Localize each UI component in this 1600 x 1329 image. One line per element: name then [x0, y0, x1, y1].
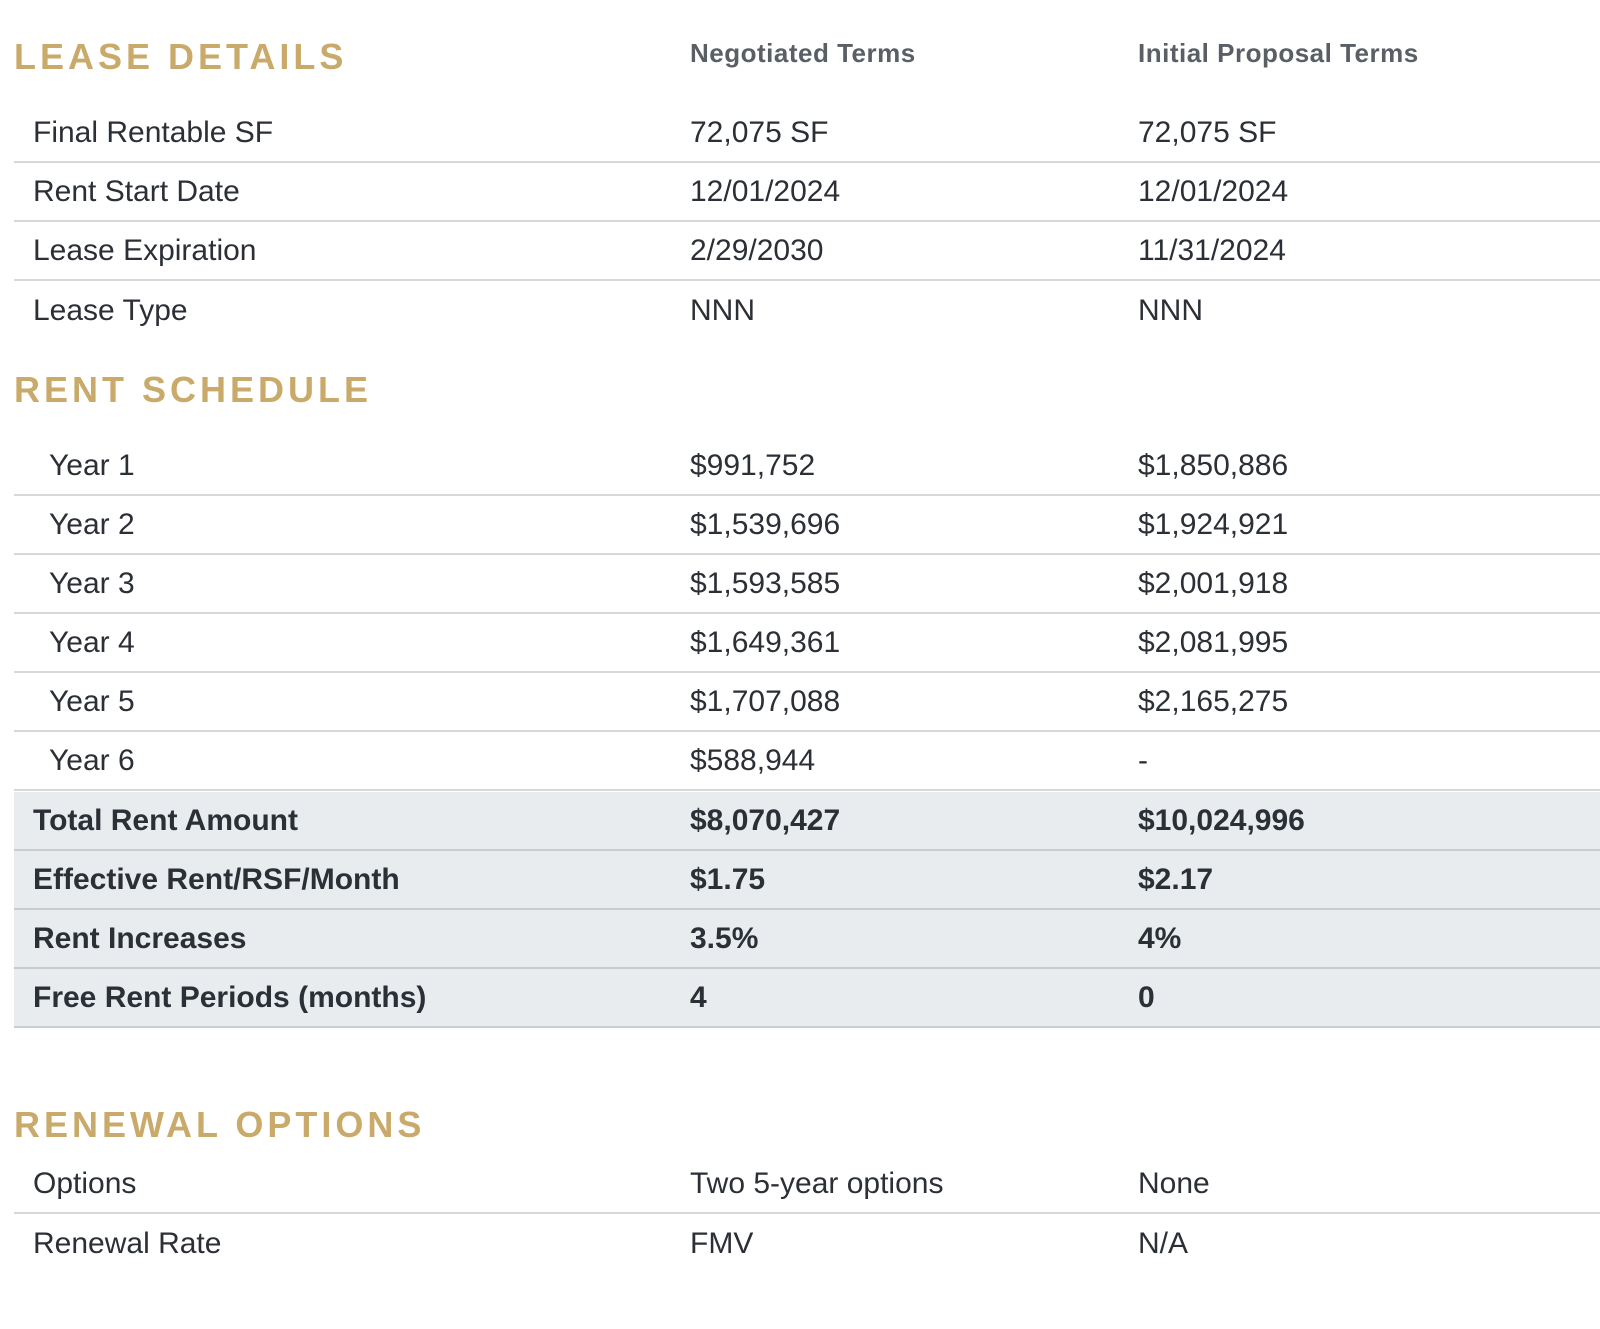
- initial-value: $2,165,275: [1138, 684, 1289, 718]
- rent-row-year-1: Year 1 $991,752 $1,850,886: [14, 437, 1600, 496]
- initial-value: None: [1138, 1166, 1210, 1200]
- renewal-options-heading: RENEWAL OPTIONS: [14, 1104, 426, 1145]
- rent-row-year-6: Year 6 $588,944 -: [14, 732, 1600, 791]
- initial-proposal-column-header: Initial Proposal Terms: [1138, 38, 1419, 68]
- initial-value: 72,075 SF: [1138, 115, 1277, 149]
- negotiated-value: FMV: [690, 1226, 754, 1260]
- rent-schedule-heading: RENT SCHEDULE: [14, 369, 373, 410]
- initial-value: $2,001,918: [1138, 566, 1289, 600]
- negotiated-value: $1,593,585: [690, 566, 841, 600]
- row-label: Year 2: [49, 507, 135, 541]
- initial-value: 11/31/2024: [1138, 233, 1286, 267]
- negotiated-value: $991,752: [690, 448, 816, 482]
- initial-value: 4%: [1138, 921, 1182, 955]
- negotiated-value: $1,707,088: [690, 684, 841, 718]
- initial-value: N/A: [1138, 1226, 1189, 1260]
- rent-row-year-3: Year 3 $1,593,585 $2,001,918: [14, 555, 1600, 614]
- initial-value: -: [1138, 743, 1148, 777]
- negotiated-value: 3.5%: [690, 921, 759, 955]
- row-label: Rent Increases: [33, 921, 247, 955]
- negotiated-value: Two 5-year options: [690, 1166, 944, 1200]
- lease-row-lease-type: Lease Type NNN NNN: [14, 281, 1600, 340]
- row-label: Year 3: [49, 566, 135, 600]
- negotiated-terms-column-header: Negotiated Terms: [690, 38, 916, 68]
- row-label: Renewal Rate: [33, 1226, 222, 1260]
- negotiated-value: $8,070,427: [690, 803, 841, 837]
- lease-details-heading: LEASE DETAILS: [14, 36, 348, 77]
- negotiated-value: $1,649,361: [690, 625, 841, 659]
- lease-row-final-rentable-sf: Final Rentable SF 72,075 SF 72,075 SF: [14, 104, 1600, 163]
- negotiated-value: NNN: [690, 293, 755, 327]
- row-label: Lease Type: [33, 293, 188, 327]
- lease-row-rent-start-date: Rent Start Date 12/01/2024 12/01/2024: [14, 163, 1600, 222]
- summary-row-total-rent-amount: Total Rent Amount $8,070,427 $10,024,996: [14, 792, 1600, 851]
- negotiated-value: $1.75: [690, 862, 766, 896]
- row-label: Options: [33, 1166, 137, 1200]
- initial-value: 12/01/2024: [1138, 174, 1289, 208]
- initial-value: $1,924,921: [1138, 507, 1289, 541]
- initial-value: NNN: [1138, 293, 1203, 327]
- summary-row-free-rent-periods: Free Rent Periods (months) 4 0: [14, 969, 1600, 1028]
- lease-row-lease-expiration: Lease Expiration 2/29/2030 11/31/2024: [14, 222, 1600, 281]
- negotiated-value: 12/01/2024: [690, 174, 841, 208]
- negotiated-value: $588,944: [690, 743, 816, 777]
- row-label: Year 4: [49, 625, 135, 659]
- row-label: Year 1: [49, 448, 135, 482]
- renewal-row-options: Options Two 5-year options None: [14, 1155, 1600, 1214]
- renewal-row-renewal-rate: Renewal Rate FMV N/A: [14, 1214, 1600, 1273]
- row-label: Free Rent Periods (months): [33, 980, 427, 1014]
- rent-row-year-2: Year 2 $1,539,696 $1,924,921: [14, 496, 1600, 555]
- initial-value: $10,024,996: [1138, 803, 1305, 837]
- initial-value: $1,850,886: [1138, 448, 1289, 482]
- initial-value: 0: [1138, 980, 1155, 1014]
- negotiated-value: 4: [690, 980, 707, 1014]
- initial-value: $2,081,995: [1138, 625, 1289, 659]
- rent-row-year-4: Year 4 $1,649,361 $2,081,995: [14, 614, 1600, 673]
- row-label: Year 6: [49, 743, 135, 777]
- row-label: Total Rent Amount: [33, 803, 298, 837]
- negotiated-value: $1,539,696: [690, 507, 841, 541]
- row-label: Final Rentable SF: [33, 115, 274, 149]
- initial-value: $2.17: [1138, 862, 1214, 896]
- row-label: Year 5: [49, 684, 135, 718]
- row-label: Lease Expiration: [33, 233, 257, 267]
- row-label: Effective Rent/RSF/Month: [33, 862, 400, 896]
- summary-row-rent-increases: Rent Increases 3.5% 4%: [14, 910, 1600, 969]
- rent-row-year-5: Year 5 $1,707,088 $2,165,275: [14, 673, 1600, 732]
- summary-row-effective-rent: Effective Rent/RSF/Month $1.75 $2.17: [14, 851, 1600, 910]
- row-label: Rent Start Date: [33, 174, 240, 208]
- negotiated-value: 2/29/2030: [690, 233, 824, 267]
- negotiated-value: 72,075 SF: [690, 115, 829, 149]
